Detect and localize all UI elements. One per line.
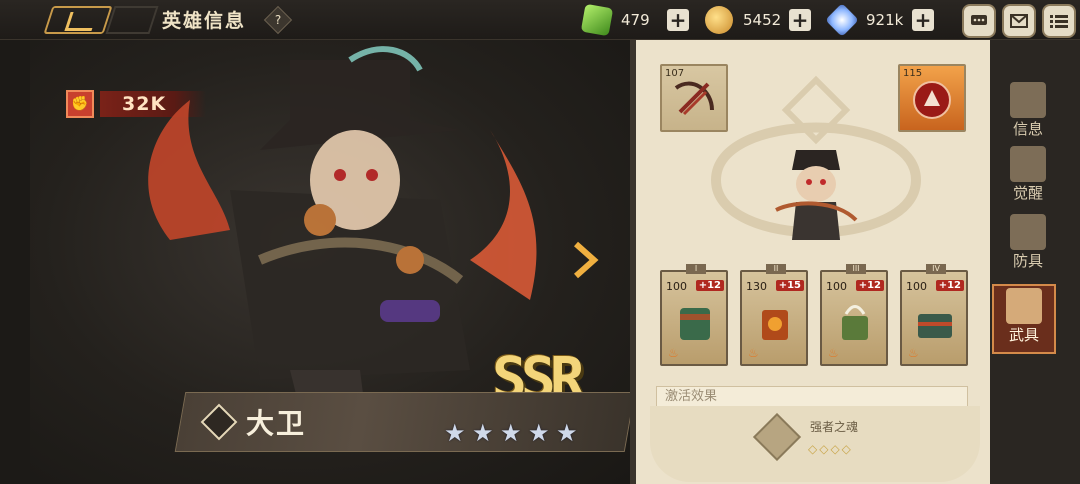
mail-button[interactable]: [1002, 4, 1036, 38]
gear-level: 130: [746, 280, 767, 293]
eye-right: [366, 169, 378, 181]
tab-label: 信息: [1012, 120, 1043, 138]
green-gem-icon: [580, 3, 614, 37]
activation-effect-label: 激活效果: [656, 386, 968, 408]
bow-ring-2: [396, 246, 424, 274]
help-button[interactable]: ?: [263, 5, 293, 35]
gold-coin-icon: [705, 6, 733, 34]
enhance-badge: +12: [695, 280, 724, 291]
gear-tier: III: [846, 264, 866, 274]
gear-tier: IV: [926, 264, 946, 274]
enhance-badge: +12: [855, 280, 884, 291]
top-bar: 英雄信息 ? 479 + 5452 + 921k +: [0, 0, 1080, 40]
tab-weapon[interactable]: 武具: [992, 284, 1056, 354]
bow-ring-1: [304, 204, 336, 236]
list-menu-button[interactable]: [1042, 4, 1076, 38]
gear-tier: I: [686, 264, 706, 274]
chest-icon: [918, 314, 952, 338]
class-icon: [200, 403, 238, 441]
add-gold-button[interactable]: +: [789, 9, 811, 31]
hero-name-group: 大卫: [200, 400, 307, 444]
fist-icon: ✊: [66, 90, 94, 118]
tab-awaken[interactable]: 觉醒: [998, 144, 1058, 208]
add-green-gem-button[interactable]: +: [667, 9, 689, 31]
gear-slot-2[interactable]: II 130 +15 ♨: [740, 264, 808, 366]
gear-slot-1[interactable]: I 100 +12 ♨: [660, 264, 728, 366]
next-hero-arrow-icon[interactable]: [570, 240, 600, 280]
flame-right: [470, 130, 537, 300]
gear-level: 100: [666, 280, 687, 293]
flame-icon: ♨: [748, 346, 759, 360]
armor-icon: [1010, 214, 1046, 250]
weapon-level: 107: [665, 68, 685, 79]
crest-icon: [1010, 146, 1046, 182]
back-button[interactable]: [43, 6, 113, 34]
help-icon: ?: [274, 13, 282, 27]
star-icon: ★: [500, 419, 522, 447]
star-icon: ★: [528, 419, 550, 447]
star-icon: ★: [472, 419, 494, 447]
gear-slot-4[interactable]: IV 100 +12 ♨: [900, 264, 968, 366]
set-bonus-progress: ◇◇◇◇: [808, 442, 853, 456]
tab-info[interactable]: 信息: [998, 80, 1058, 144]
currency-green-gem: 479 +: [580, 3, 689, 37]
add-crystal-button[interactable]: +: [912, 9, 934, 31]
drum-icon: [680, 308, 710, 340]
home-icon[interactable]: [105, 6, 159, 34]
tab-armor[interactable]: 防具: [998, 212, 1058, 276]
flame-left: [148, 100, 230, 240]
enhance-badge: +12: [935, 280, 964, 291]
currency-gold: 5452 +: [705, 6, 811, 34]
tab-label: 防具: [1012, 252, 1043, 270]
chat-button[interactable]: [962, 4, 996, 38]
gear-level: 100: [906, 280, 927, 293]
scroll-icon: [1010, 82, 1046, 118]
gold-amount: 5452: [743, 11, 782, 29]
star-rating: ★ ★ ★ ★ ★: [444, 419, 578, 447]
crystal-amount: 921k: [866, 11, 904, 29]
crossed-swords-icon: [1006, 288, 1042, 324]
star-icon: ★: [556, 419, 578, 447]
tab-label: 武具: [1008, 326, 1039, 344]
flame-icon: ♨: [828, 346, 839, 360]
page-title: 英雄信息: [162, 10, 247, 32]
potion-vial: [380, 300, 440, 322]
hero-chibi: [775, 150, 858, 240]
list-menu-icon: [1050, 15, 1068, 28]
skill-slot[interactable]: 115: [898, 64, 966, 132]
gear-tier: II: [766, 264, 786, 274]
equipment-panel: 107 115 I 100 +12 ♨ II 130 +15 ♨ III 100…: [630, 40, 990, 484]
set-bonus-name: 强者之魂: [810, 420, 859, 434]
censer-icon: [842, 305, 868, 340]
hero-display-panel: ✊ 32K SSR 大卫 ★ ★ ★ ★ ★: [30, 40, 630, 484]
flame-icon: ♨: [668, 346, 679, 360]
currency-crystal: 921k +: [825, 3, 934, 37]
gear-level: 100: [826, 280, 847, 293]
menu-buttons: [962, 4, 1076, 38]
crystal-icon: [825, 3, 859, 37]
star-icon: ★: [444, 419, 466, 447]
tab-label: 觉醒: [1012, 184, 1043, 202]
eye-left: [334, 169, 346, 181]
side-tab-bar: 信息 觉醒 防具 武具: [990, 40, 1080, 484]
enhance-badge: +15: [775, 280, 804, 291]
flame-icon: ♨: [908, 346, 919, 360]
weapon-slot[interactable]: 107: [660, 64, 728, 132]
gear-slot-3[interactable]: III 100 +12 ♨: [820, 264, 888, 366]
skill-level: 115: [903, 68, 923, 79]
green-gem-amount: 479: [621, 11, 650, 29]
hero-name: 大卫: [246, 407, 307, 440]
gear-slots: I 100 +12 ♨ II 130 +15 ♨ III 100 +12 ♨ I…: [660, 264, 968, 366]
mail-icon: [1010, 14, 1028, 28]
chat-icon: [971, 15, 987, 25]
lantern-icon: [762, 310, 788, 340]
